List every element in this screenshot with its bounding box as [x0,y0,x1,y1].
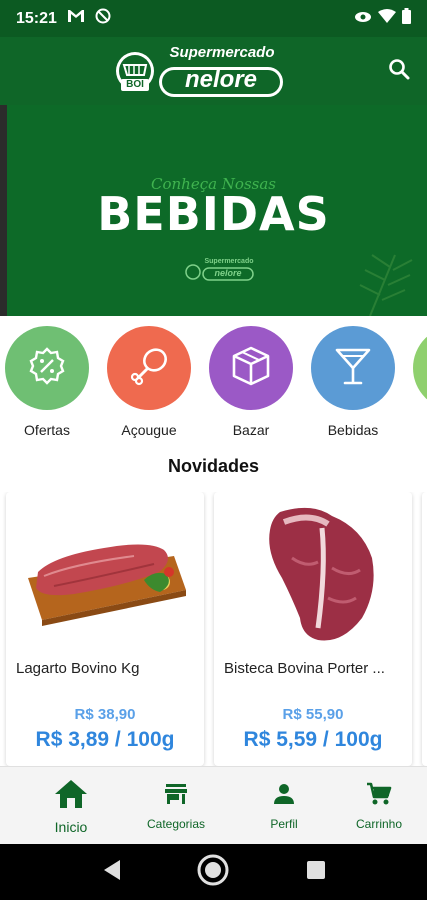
section-title: Novidades [167,456,260,476]
search-icon [387,57,411,86]
gmail-icon [67,9,85,28]
banner-mini-logo: Supermercado nelore [185,258,255,282]
category-label: Açougue [121,422,177,438]
category-item-bebidas[interactable]: Bebidas [311,326,395,438]
bottom-nav: Inicio Categorias Perfil Carrinho [0,766,427,844]
person-icon [273,783,295,810]
search-button[interactable] [383,55,415,87]
category-label: Bazar [232,422,270,438]
category-item-bazar[interactable]: Bazar [209,326,293,438]
product-name: Bisteca Bovina Porter ... [224,660,385,677]
nav-item-perfil[interactable]: Perfil [231,767,337,845]
product-name: Lagarto Bovino Kg [16,660,140,677]
product-price: R$ 3,89 / 100g [35,728,175,751]
product-image [222,498,404,648]
nav-label: Carrinho [355,817,403,831]
status-bar: 15:21 [0,0,427,37]
recents-icon [306,860,326,885]
app-logo: Supermercado nelore BOI [113,43,285,99]
product-card-partial[interactable] [422,492,427,766]
nav-label: Categorias [146,817,206,831]
status-time: 15:21 [16,9,57,27]
back-icon [102,859,122,886]
product-old-price: R$ 55,90 [282,706,344,723]
category-item-partial[interactable] [413,326,427,410]
category-circle [413,326,427,410]
category-item-ofertas[interactable]: Ofertas [5,326,89,438]
category-circle [107,326,191,410]
home-icon [54,779,88,814]
chicken-leg-icon [127,344,171,393]
cocktail-glass-icon [333,344,373,393]
product-card[interactable]: Lagarto Bovino Kg R$ 38,90 R$ 3,89 / 100… [6,492,204,766]
nav-item-carrinho[interactable]: Carrinho [326,767,427,845]
product-carousel[interactable]: Lagarto Bovino Kg R$ 38,90 R$ 3,89 / 100… [0,492,427,766]
banner-mini-logo-main: nelore [214,268,242,278]
recents-button[interactable] [300,856,332,888]
cart-icon [366,782,392,811]
logo-top-text: Supermercado [169,44,275,61]
product-card[interactable]: Bisteca Bovina Porter ... R$ 55,90 R$ 5,… [214,492,412,766]
app-bar: Supermercado nelore BOI [0,37,427,105]
home-nav-button[interactable] [197,854,229,888]
product-image [14,498,196,648]
system-nav-bar [0,844,427,900]
category-label: Bebidas [327,422,379,438]
back-button[interactable] [96,856,128,888]
main-content: Ofertas Açougue Bazar Bebidas Novidades … [0,316,427,766]
discount-badge-icon [27,346,67,391]
dnd-icon [95,8,111,29]
wifi-icon [378,9,396,28]
nav-item-inicio[interactable]: Inicio [18,767,124,845]
nav-label: Perfil [270,817,298,831]
logo-main-text: nelore [184,66,258,93]
nav-label: Inicio [54,819,88,835]
product-old-price: R$ 38,90 [74,706,136,723]
category-circle [311,326,395,410]
category-item-acougue[interactable]: Açougue [107,326,191,438]
category-circle [5,326,89,410]
box-icon [228,343,274,394]
product-price: R$ 5,59 / 100g [243,728,383,751]
promo-banner[interactable]: Conheça Nossas BEBIDAS Supermercado nelo… [0,105,427,316]
category-label: Ofertas [24,422,70,438]
logo-badge-text: BOI [126,79,144,90]
banner-mini-logo-top: Supermercado [204,258,254,265]
eye-icon [354,10,372,28]
category-row[interactable]: Ofertas Açougue Bazar Bebidas [0,326,427,446]
store-icon [164,783,188,810]
home-circle-icon [196,853,230,892]
nav-item-categorias[interactable]: Categorias [123,767,229,845]
banner-title: BEBIDAS [97,187,330,241]
category-circle [209,326,293,410]
battery-icon [402,8,411,29]
